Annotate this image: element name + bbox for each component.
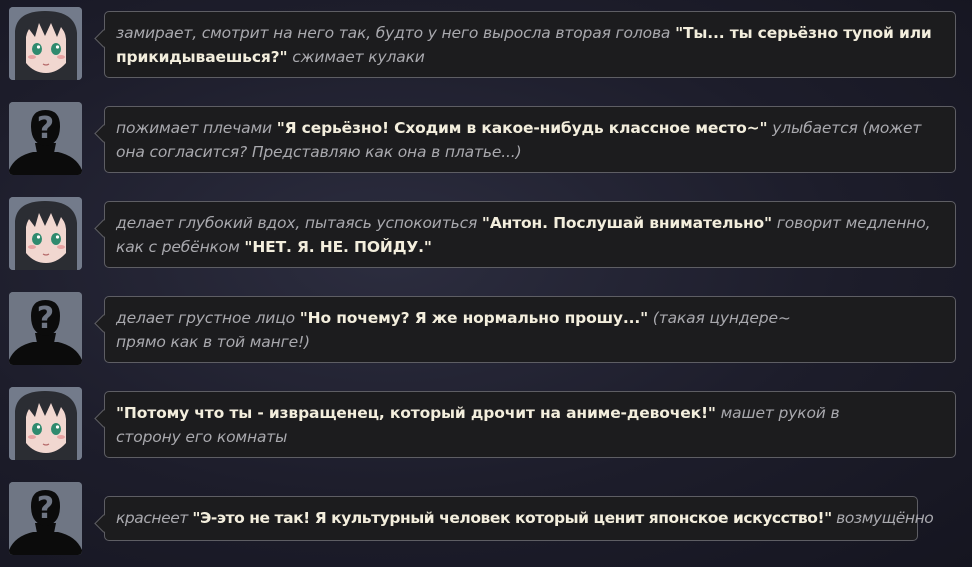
message-bubble: краснеет "Э-это не так! Я культурный чел… <box>104 496 934 541</box>
message-bubble: делает глубокий вдох, пытаясь успокоитьс… <box>104 201 956 268</box>
action-text: делает глубокий вдох, пытаясь успокоитьс… <box>116 214 482 232</box>
svg-text:?: ? <box>37 111 54 146</box>
unknown-user-silhouette-icon[interactable]: ? <box>9 292 82 365</box>
speech-text: "Э-это не так! Я культурный человек кото… <box>192 509 832 527</box>
speech-text: "Но почему? Я же нормально прошу..." <box>299 309 649 327</box>
message-bubble: замирает, смотрит на него так, будто у н… <box>104 11 956 78</box>
action-text: сжимает кулаки <box>287 47 425 66</box>
anime-girl-avatar[interactable] <box>9 197 82 270</box>
action-text: краснеет <box>116 509 193 527</box>
speech-text: "НЕТ. Я. НЕ. ПОЙДУ." <box>244 237 432 256</box>
message-bubble: делает грустное лицо "Но почему? Я же но… <box>104 296 956 363</box>
action-text: делает грустное лицо <box>116 309 300 327</box>
unknown-user-silhouette-icon[interactable]: ? <box>9 102 82 175</box>
action-text: возмущённо <box>831 509 934 527</box>
speech-text: "Антон. Послушай внимательно" <box>481 214 772 232</box>
anime-girl-avatar[interactable] <box>9 387 82 460</box>
action-text: пожимает плечами <box>116 119 277 137</box>
unknown-user-silhouette-icon[interactable]: ? <box>9 482 82 555</box>
svg-text:?: ? <box>37 491 54 526</box>
svg-text:?: ? <box>37 301 54 336</box>
speech-text: "Потому что ты - извращенец, который дро… <box>116 404 716 422</box>
speech-text: "Я серьёзно! Сходим в какое-нибудь класс… <box>276 119 768 137</box>
anime-girl-avatar[interactable] <box>9 7 82 80</box>
action-text: замирает, смотрит на него так, будто у н… <box>116 24 676 42</box>
chat-log: замирает, смотрит на него так, будто у н… <box>0 0 972 567</box>
message-bubble: пожимает плечами "Я серьёзно! Сходим в к… <box>104 106 956 173</box>
message-bubble: "Потому что ты - извращенец, который дро… <box>104 391 956 458</box>
